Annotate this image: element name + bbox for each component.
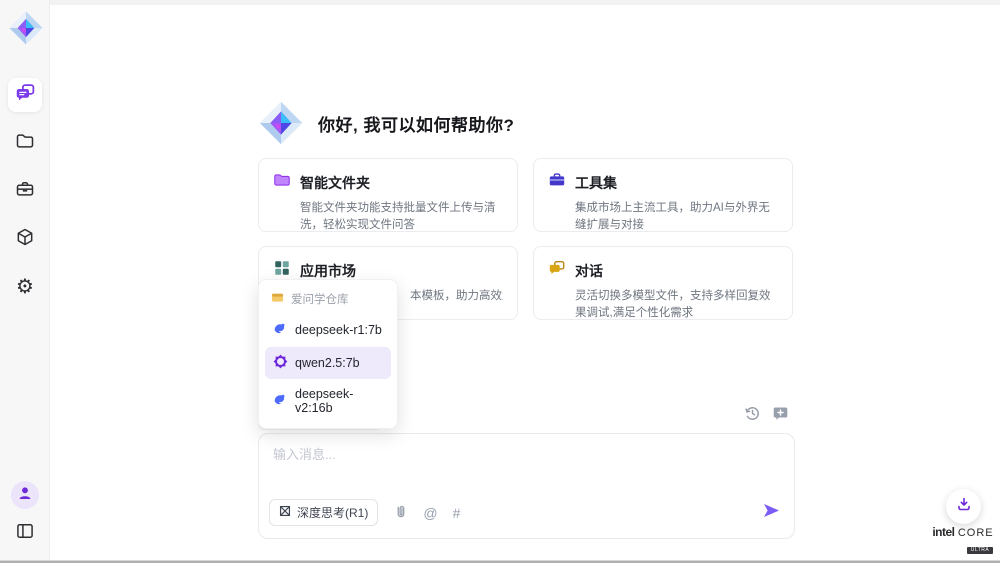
hash-icon: # <box>453 505 461 521</box>
gear-icon: ⚙ <box>16 277 34 297</box>
paperclip-icon <box>393 504 408 522</box>
at-icon: @ <box>423 505 437 521</box>
repo-icon <box>271 291 284 307</box>
chat-input-box: 深度思考(R1) @ # <box>258 433 795 539</box>
intel-core-badge: intel CORE ULTRA <box>929 526 997 555</box>
model-dropdown-header: 爱问学仓库 <box>263 285 393 313</box>
card-toolset[interactable]: 工具集 集成市场上主流工具，助力AI与外界无缝扩展与对接 <box>533 158 793 232</box>
panel-icon <box>15 521 35 546</box>
sidebar-item-chat[interactable] <box>8 78 42 112</box>
greeting: 你好, 我可以如何帮助你? <box>258 100 514 146</box>
sidebar-item-models[interactable] <box>8 222 42 256</box>
send-button[interactable] <box>763 502 780 524</box>
user-avatar[interactable] <box>11 481 39 509</box>
card-desc: 集成市场上主流工具，助力AI与外界无缝扩展与对接 <box>575 200 778 233</box>
sidebar-item-settings[interactable]: ⚙ <box>8 270 42 304</box>
deepseek-whale-icon <box>273 321 288 339</box>
deepseek-whale-icon <box>273 392 288 410</box>
input-toolbar: 深度思考(R1) @ # <box>269 499 780 526</box>
cube-icon <box>15 227 35 252</box>
card-desc: 灵活切换多模型文件，支持多样回复效果调试,满足个性化需求 <box>575 288 778 321</box>
sidebar-nav: ⚙ <box>8 78 42 304</box>
deep-think-toggle[interactable]: 深度思考(R1) <box>269 499 378 526</box>
card-desc: 智能文件夹功能支持批量文件上传与清洗，轻松实现文件问答 <box>300 200 503 233</box>
folder-icon <box>15 131 35 156</box>
send-icon <box>763 502 780 524</box>
new-chat-button[interactable] <box>772 405 789 422</box>
user-icon <box>18 486 32 505</box>
deep-think-icon <box>279 505 291 520</box>
card-title: 工具集 <box>575 173 617 193</box>
message-input[interactable] <box>273 444 773 494</box>
sidebar-item-toolset[interactable] <box>8 174 42 208</box>
mention-button[interactable]: @ <box>423 505 437 521</box>
qwen-icon <box>273 354 288 372</box>
model-dropdown: 爱问学仓库 deepseek-r1:7b qwen2.5:7b <box>258 279 398 429</box>
download-button[interactable] <box>946 489 981 524</box>
download-icon <box>956 496 972 517</box>
chat-icon <box>15 82 36 108</box>
panel-toggle-button[interactable] <box>15 521 35 546</box>
card-title: 对话 <box>575 261 603 281</box>
intel-ultra-tag: ULTRA <box>967 547 994 554</box>
indigo-briefcase-icon <box>548 171 566 194</box>
app-logo-gem-icon <box>8 10 44 46</box>
purple-folder-icon <box>273 171 291 194</box>
card-desc: 本模板，助力高效生成多 <box>410 288 503 305</box>
card-title: 应用市场 <box>300 261 356 281</box>
briefcase-icon <box>15 179 35 204</box>
model-option-qwen[interactable]: qwen2.5:7b <box>265 347 391 379</box>
chat-actions <box>744 405 789 422</box>
deep-think-label: 深度思考(R1) <box>297 504 368 521</box>
sidebar-bottom <box>0 481 50 546</box>
app-window: ⚙ <box>0 0 1000 563</box>
page-title: 你好, 我可以如何帮助你? <box>318 111 514 136</box>
card-smart-folder[interactable]: 智能文件夹 智能文件夹功能支持批量文件上传与清洗，轻松实现文件问答 <box>258 158 518 232</box>
sidebar-item-folders[interactable] <box>8 126 42 160</box>
greeting-gem-icon <box>258 100 304 146</box>
card-dialogue[interactable]: 对话 灵活切换多模型文件，支持多样回复效果调试,满足个性化需求 <box>533 246 793 320</box>
attach-button[interactable] <box>393 504 408 522</box>
topic-button[interactable]: # <box>453 505 461 521</box>
model-option-deepseek-v2[interactable]: deepseek-v2:16b <box>265 380 391 422</box>
history-button[interactable] <box>744 405 761 422</box>
gold-chat-icon <box>548 259 566 282</box>
card-title: 智能文件夹 <box>300 173 370 193</box>
model-option-deepseek-r1[interactable]: deepseek-r1:7b <box>265 314 391 346</box>
sidebar: ⚙ <box>0 0 50 560</box>
